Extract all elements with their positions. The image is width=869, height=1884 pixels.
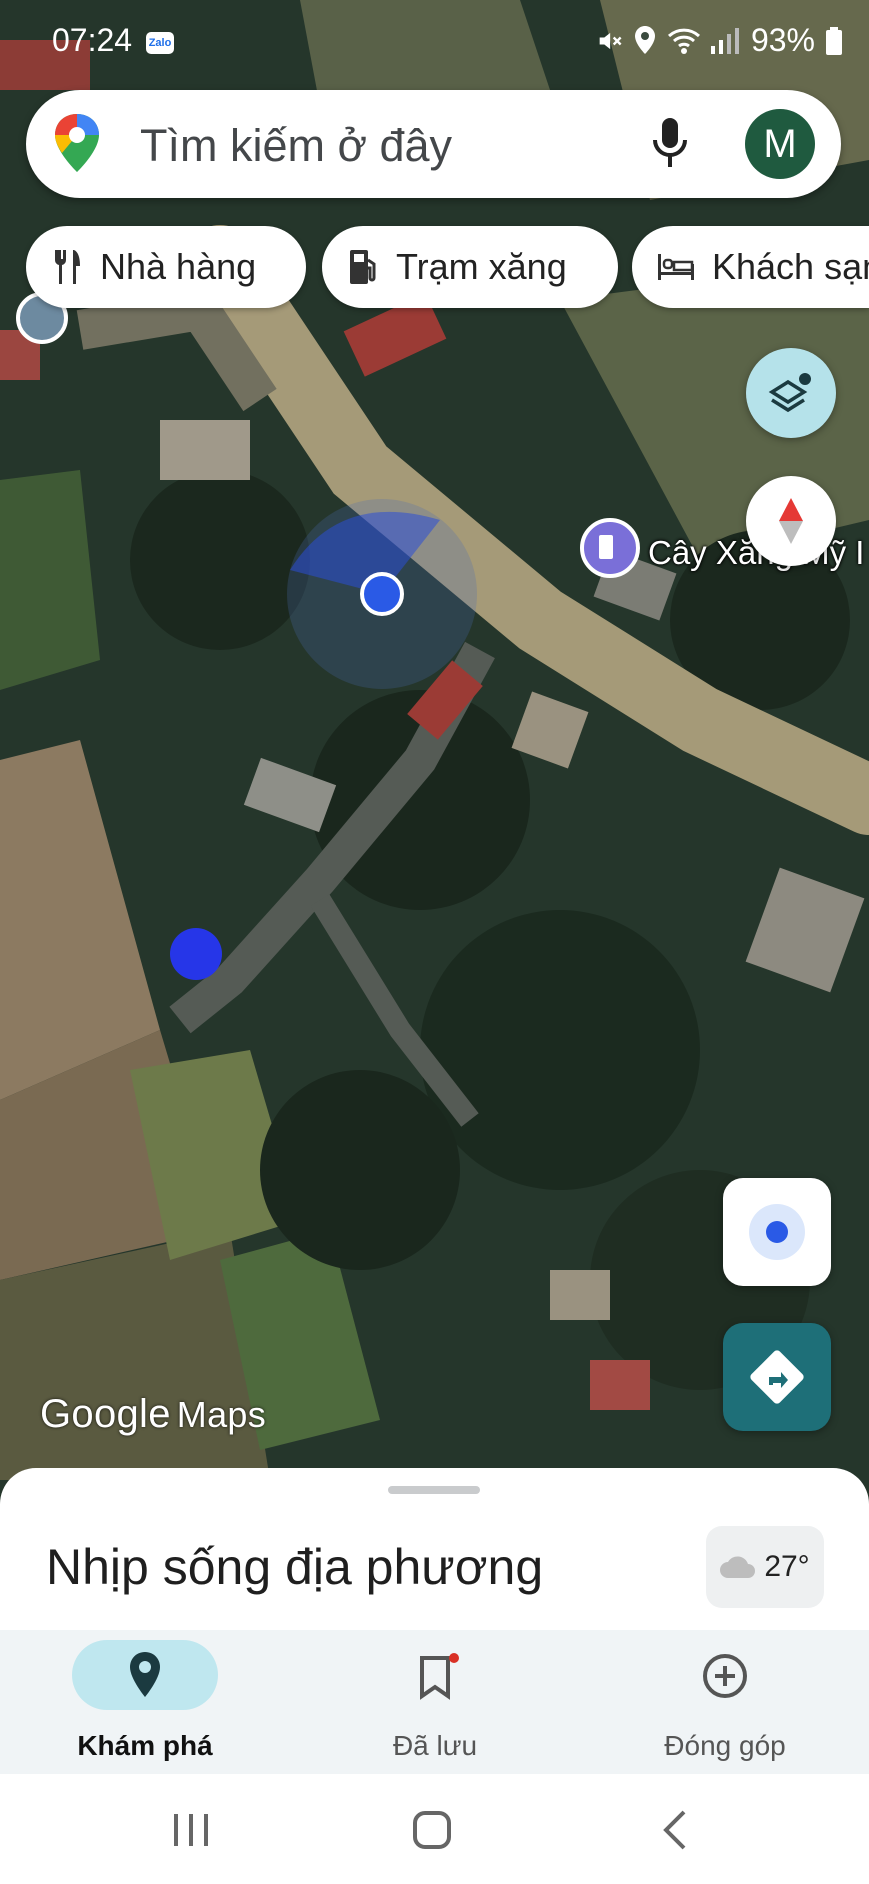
avatar[interactable]: M: [745, 109, 815, 179]
home-icon[interactable]: [412, 1810, 452, 1850]
battery-percent: 93%: [750, 22, 815, 58]
logo-google: Google: [40, 1392, 171, 1436]
mute-icon: [599, 32, 622, 49]
layers-icon: [768, 373, 811, 413]
recent-apps-icon[interactable]: [172, 1812, 210, 1848]
my-location-button[interactable]: [723, 1178, 831, 1286]
directions-icon: [750, 1350, 804, 1404]
chip-label: Trạm xăng: [396, 246, 567, 287]
current-location-dot: [360, 572, 404, 616]
chip-gas-stations[interactable]: Trạm xăng: [322, 226, 618, 308]
weather-temp: 27°: [764, 1550, 810, 1583]
chip-restaurants[interactable]: Nhà hàng: [26, 226, 306, 308]
nav-saved[interactable]: Đã lưu: [290, 1630, 580, 1774]
compass-button[interactable]: [746, 476, 836, 566]
bookmark-icon: [420, 1653, 459, 1700]
bed-icon: [658, 254, 694, 280]
logo-maps: Maps: [176, 1394, 267, 1435]
sheet-title: Nhịp sống địa phương: [46, 1539, 544, 1595]
search-input[interactable]: Tìm kiếm ở đây: [140, 120, 452, 172]
nav-label-explore: Khám phá: [77, 1730, 213, 1761]
my-location-icon: [749, 1204, 805, 1260]
cloud-icon: [720, 1556, 756, 1578]
sheet-drag-handle[interactable]: [388, 1486, 480, 1494]
chip-label: Nhà hàng: [100, 246, 257, 287]
back-icon[interactable]: [662, 1810, 688, 1850]
mic-icon[interactable]: [652, 118, 688, 170]
search-bar[interactable]: Tìm kiếm ở đây M: [26, 90, 841, 198]
gas-pump-icon: [350, 250, 376, 284]
compass-icon: [779, 498, 803, 544]
maps-pin-icon: [55, 114, 99, 172]
layers-button[interactable]: [746, 348, 836, 438]
signal-icon: [710, 27, 739, 54]
nav-label-saved: Đã lưu: [392, 1730, 478, 1761]
wifi-icon: [667, 28, 700, 54]
system-navigation-bar: [0, 1774, 869, 1884]
gas-station-poi-icon: [580, 518, 640, 578]
status-indicators: 93%: [595, 22, 843, 59]
dropped-location-dot: [170, 928, 222, 980]
google-maps-logo: Google Maps: [40, 1392, 266, 1437]
directions-button[interactable]: [723, 1323, 831, 1431]
location-status-icon: [634, 25, 655, 54]
nav-contribute[interactable]: Đóng góp: [580, 1630, 869, 1774]
fork-knife-icon: [54, 250, 80, 284]
nav-explore[interactable]: Khám phá: [0, 1630, 290, 1774]
battery-icon: [826, 26, 842, 55]
zalo-notification-icon: Zalo: [146, 32, 174, 54]
bottom-navigation: Khám phá Đã lưu Đóng góp: [0, 1630, 869, 1774]
status-time: 07:24: [52, 22, 133, 58]
chip-label: Khách sạn: [712, 246, 869, 287]
weather-badge[interactable]: 27°: [706, 1526, 824, 1608]
explore-pin-icon: [130, 1652, 160, 1697]
chip-hotels[interactable]: Khách sạn: [632, 226, 869, 308]
add-circle-icon: [703, 1654, 747, 1698]
nav-label-contribute: Đóng góp: [664, 1730, 786, 1761]
